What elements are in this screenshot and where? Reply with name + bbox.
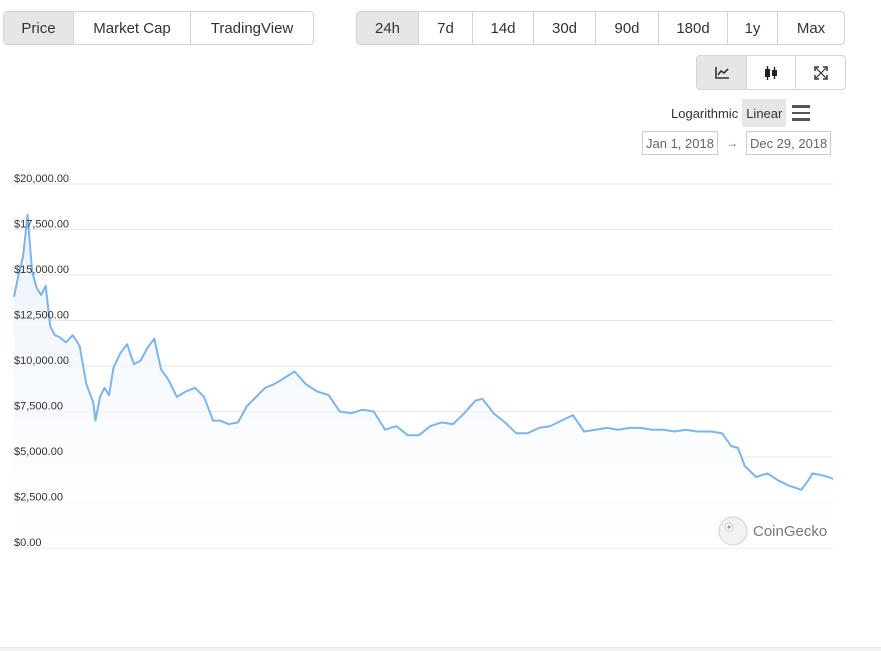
bottom-strip [0,647,881,651]
y-axis-tick-label: $0.00 [14,537,42,549]
watermark-text: CoinGecko [753,523,827,540]
fullscreen-button[interactable] [796,56,845,89]
y-axis-tick-label: $17,500.00 [14,219,69,231]
y-axis-tick-label: $12,500.00 [14,310,69,322]
y-axis-tick-label: $10,000.00 [14,355,69,367]
date-arrow: → [725,136,738,150]
range-max-button[interactable]: Max [778,12,844,44]
date-range: Jan 1, 2018 → Dec 29, 2018 [642,131,832,155]
range-7d-button[interactable]: 7d [419,12,473,44]
scale-selector: Logarithmic Linear [667,99,812,127]
y-axis-tick-label: $20,000.00 [14,173,69,185]
range-1y-button[interactable]: 1y [728,12,778,44]
metric-tabs: Price Market Cap TradingView [3,11,314,45]
logarithmic-option[interactable]: Logarithmic [667,99,742,127]
date-to-input[interactable]: Dec 29, 2018 [745,131,832,155]
candlestick-button[interactable] [747,56,796,89]
line-chart-button[interactable] [697,56,747,89]
fullscreen-icon [813,65,828,80]
range-tabs: 24h 7d 14d 30d 90d 180d 1y Max [356,11,845,45]
candlestick-icon [765,65,777,80]
menu-icon[interactable] [792,99,812,127]
range-180d-button[interactable]: 180d [659,12,728,44]
date-from-input[interactable]: Jan 1, 2018 [642,131,718,155]
price-chart: $0.00 $2,500.00 $5,000.00 $7,500.00 $10,000.… [13,173,834,549]
chart-view-toggle [696,55,846,90]
y-axis-tick-label: $7,500.00 [14,401,63,413]
gecko-logo-icon [718,516,748,546]
linear-option[interactable]: Linear [742,99,787,127]
y-axis-tick-label: $15,000.00 [14,264,69,276]
tab-price[interactable]: Price [4,12,74,44]
range-14d-button[interactable]: 14d [473,12,534,44]
y-axis-tick-label: $5,000.00 [14,446,63,458]
range-30d-button[interactable]: 30d [534,12,596,44]
tab-market-cap[interactable]: Market Cap [74,12,191,44]
y-axis-tick-label: $2,500.00 [14,492,63,504]
line-chart-icon [714,66,729,79]
range-24h-button[interactable]: 24h [357,12,419,44]
price-area [14,214,833,548]
range-90d-button[interactable]: 90d [596,12,659,44]
tab-tradingview[interactable]: TradingView [191,12,313,44]
